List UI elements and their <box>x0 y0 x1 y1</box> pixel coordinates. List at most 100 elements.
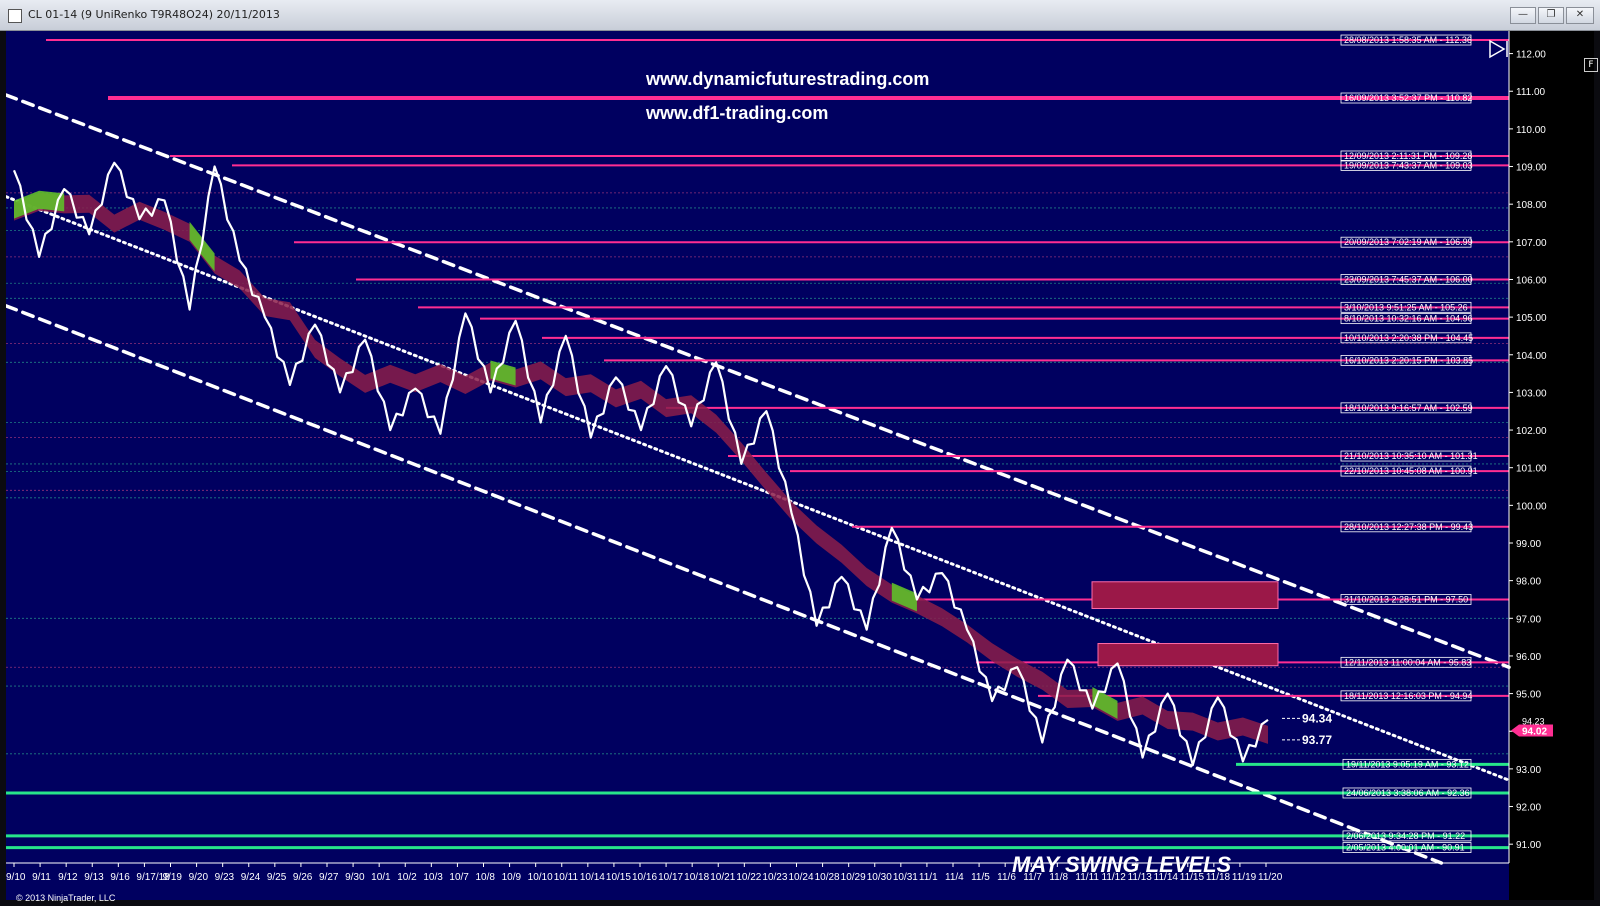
price-mark-label: 93.77 <box>1302 733 1332 747</box>
y-axis-label: 96.00 <box>1516 652 1541 663</box>
y-axis-label: 108.00 <box>1516 200 1547 211</box>
x-axis-label: 10/23 <box>762 872 787 883</box>
supply-zone <box>1097 643 1279 667</box>
x-axis-label: 11/4 <box>945 872 964 883</box>
x-axis-label: 10/3 <box>423 872 443 883</box>
support-level-label: 2/06/2013 9:34:28 PM - 91.22 <box>1346 831 1465 841</box>
ninjatrader-window: CL 01-14 (9 UniRenko T9R48O24) 20/11/201… <box>0 0 1600 906</box>
resistance-level-label: 16/09/2013 3:52:37 PM - 110.82 <box>1344 93 1472 103</box>
x-axis-label: 11/20 <box>1258 872 1283 883</box>
x-axis-label: 10/17 <box>658 872 683 883</box>
y-axis-label: 98.00 <box>1516 577 1541 588</box>
maximize-button[interactable]: ❐ <box>1538 7 1564 24</box>
supply-zone <box>1091 581 1279 610</box>
x-axis-label: 9/23 <box>215 872 235 883</box>
y-axis-label: 101.00 <box>1516 464 1547 475</box>
x-axis-label: 10/22 <box>736 872 761 883</box>
x-axis-label: 9/10 <box>6 872 26 883</box>
resistance-level-label: 21/10/2013 10:35:10 AM - 101.31 <box>1344 451 1478 461</box>
y-axis-label: 109.00 <box>1516 163 1547 174</box>
x-axis-label: 9/19 <box>163 872 183 883</box>
resistance-level-label: 10/10/2013 2:20:38 PM - 104.45 <box>1344 333 1473 343</box>
resistance-level-label: 3/10/2013 9:51:25 AM - 105.26 <box>1344 302 1468 312</box>
resistance-level-label: 8/10/2013 10:32:16 AM - 104.96 <box>1344 314 1473 324</box>
prev-price-label: 94.23 <box>1522 717 1545 727</box>
x-axis-label: 9/25 <box>267 872 287 883</box>
resistance-level-label: 18/10/2013 9:16:57 AM - 102.59 <box>1344 403 1473 413</box>
fullscreen-toggle-button[interactable]: F <box>1584 58 1598 72</box>
chart-frame: 28/08/2013 1:58:35 AM - 112.36 16/09/2013… <box>6 31 1598 903</box>
chart-app-icon <box>8 9 22 23</box>
x-axis-label: 10/18 <box>684 872 709 883</box>
x-axis-label: 9/24 <box>241 872 261 883</box>
resistance-level-label: 12/11/2013 11:00:04 AM - 95.83 <box>1344 657 1471 667</box>
website-link-df1-trading: www.df1-trading.com <box>646 103 829 123</box>
support-level-label: 2/05/2013 4:00:01 AM - 90.91 <box>1346 843 1465 853</box>
y-axis-label: 99.00 <box>1516 539 1541 550</box>
x-axis-label: 10/8 <box>476 872 496 883</box>
support-level-label: 19/11/2013 9:05:19 AM - 93.12 <box>1346 759 1469 769</box>
x-axis-label: 9/20 <box>189 872 209 883</box>
price-chart[interactable]: 28/08/2013 1:58:35 AM - 112.36 16/09/2013… <box>6 31 1594 900</box>
x-axis-label: 10/31 <box>893 872 918 883</box>
x-axis-label: 9/30 <box>345 872 365 883</box>
y-axis-label: 106.00 <box>1516 275 1547 286</box>
y-axis-label: 92.00 <box>1516 803 1541 814</box>
x-axis-label: 10/15 <box>606 872 631 883</box>
y-axis-label: 103.00 <box>1516 388 1547 399</box>
resistance-level-label: 19/09/2013 7:43:37 AM - 109.03 <box>1344 160 1473 170</box>
last-price-label: 94.02 <box>1522 726 1547 737</box>
x-axis-label: 10/1 <box>371 872 391 883</box>
resistance-level-label: 28/08/2013 1:58:35 AM - 112.36 <box>1344 35 1472 45</box>
x-axis-label: 10/11 <box>554 872 579 883</box>
x-axis-label: 10/24 <box>789 872 814 883</box>
x-axis-label: 10/9 <box>502 872 522 883</box>
resistance-level-label: 31/10/2013 2:28:51 PM - 97.50 <box>1344 594 1468 604</box>
x-axis-label: 11/19 <box>1232 872 1257 883</box>
x-axis-label: 9/27 <box>319 872 339 883</box>
copyright-text: © 2013 NinjaTrader, LLC <box>16 893 116 903</box>
y-axis-label: 105.00 <box>1516 313 1547 324</box>
window-title: CL 01-14 (9 UniRenko T9R48O24) 20/11/201… <box>28 8 280 21</box>
price-mark-label: 94.34 <box>1302 711 1332 725</box>
resistance-level-label: 16/10/2013 2:20:15 PM - 103.85 <box>1344 355 1473 365</box>
y-axis-label: 112.00 <box>1516 50 1546 61</box>
close-button[interactable]: ✕ <box>1566 7 1594 24</box>
x-axis-label: 9/12 <box>58 872 78 883</box>
x-axis-label: 11/1 <box>919 872 938 883</box>
x-axis-label: 10/28 <box>815 872 840 883</box>
window-titlebar[interactable]: CL 01-14 (9 UniRenko T9R48O24) 20/11/201… <box>0 0 1600 31</box>
x-axis-label: 10/29 <box>841 872 866 883</box>
y-axis-label: 107.00 <box>1516 238 1547 249</box>
resistance-level-label: 20/09/2013 7:02:19 AM - 106.99 <box>1344 237 1473 247</box>
y-axis-label: 100.00 <box>1516 501 1547 512</box>
y-axis-label: 104.00 <box>1516 351 1547 362</box>
y-axis-label: 111.00 <box>1516 87 1546 98</box>
y-axis-label: 93.00 <box>1516 765 1541 776</box>
x-axis-label: 10/21 <box>710 872 735 883</box>
y-axis-label: 91.00 <box>1516 840 1541 851</box>
resistance-level-label: 22/10/2013 10:45:08 AM - 100.91 <box>1344 466 1478 476</box>
y-axis-label: 102.00 <box>1516 426 1547 437</box>
y-axis-label: 110.00 <box>1516 125 1546 136</box>
x-axis-label: 10/7 <box>449 872 469 883</box>
x-axis-label: 10/14 <box>580 872 605 883</box>
x-axis-label: 9/13 <box>84 872 104 883</box>
x-axis-label: 10/10 <box>528 872 553 883</box>
x-axis-label: 10/30 <box>867 872 892 883</box>
resistance-level-label: 23/09/2013 7:45:37 AM - 106.00 <box>1344 274 1473 284</box>
x-axis-label: 11/5 <box>971 872 990 883</box>
resistance-level-label: 18/11/2013 12:16:03 PM - 94.94 <box>1344 691 1472 701</box>
y-axis-label: 97.00 <box>1516 614 1541 625</box>
x-axis-label: 10/2 <box>397 872 417 883</box>
x-axis-label: 9/11 <box>32 872 51 883</box>
support-level-label: 24/06/2013 3:38:06 AM - 92.36 <box>1346 788 1470 798</box>
x-axis-label: 9/26 <box>293 872 313 883</box>
minimize-button[interactable]: — <box>1510 7 1536 24</box>
may-swing-levels-label: MAY SWING LEVELS <box>1012 852 1232 877</box>
x-axis-label: 10/16 <box>632 872 657 883</box>
y-axis-label: 95.00 <box>1516 690 1541 701</box>
x-axis-label: 9/16 <box>110 872 130 883</box>
resistance-level-label: 28/10/2013 12:27:38 PM - 99.43 <box>1344 522 1473 532</box>
website-link-dynamicfuturestrading: www.dynamicfuturestrading.com <box>646 69 930 89</box>
